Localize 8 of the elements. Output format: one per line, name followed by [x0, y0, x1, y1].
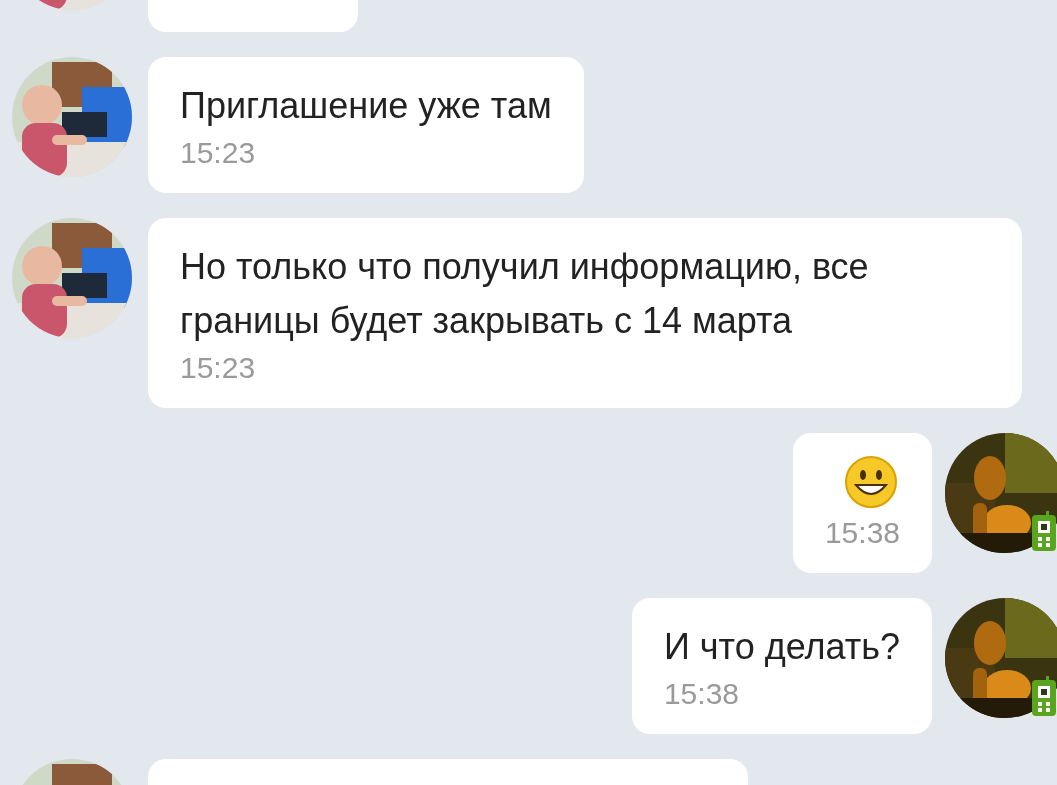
smiley-icon — [844, 455, 898, 509]
message-text: Но только что получил информацию, все границы будет закрывать с 14 марта — [180, 245, 870, 343]
message-text: И что делать? — [663, 625, 900, 669]
message-time: 15:23 — [180, 350, 257, 386]
message-time: 15:23 — [180, 135, 257, 171]
message-text: Приглашение уже там — [180, 84, 552, 128]
message-time: 15:38 — [824, 515, 900, 551]
message-time: 15:38 — [663, 676, 740, 712]
